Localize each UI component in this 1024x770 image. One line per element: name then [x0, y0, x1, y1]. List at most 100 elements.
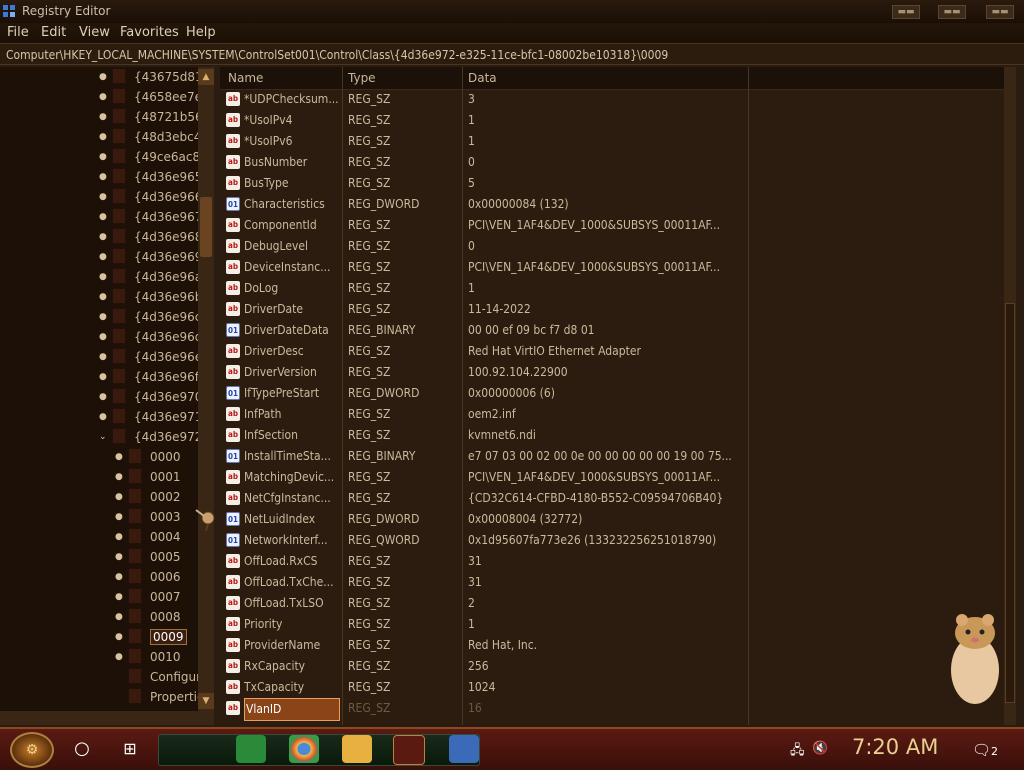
tree-item[interactable]: ● {4d36e969-: [99, 247, 200, 267]
tree-item[interactable]: ● {4d36e96b-: [99, 287, 200, 307]
tree-item[interactable]: ● {43675d81-: [99, 67, 200, 87]
tree-item[interactable]: ● {4d36e96d-: [99, 327, 200, 347]
tree-scrollbar[interactable]: ▲ ▼: [198, 67, 214, 711]
tree-item[interactable]: ● {48d3ebc4-: [99, 127, 200, 147]
tree-item[interactable]: ● {4658ee7e-: [99, 87, 200, 107]
menu-help[interactable]: Help: [186, 25, 216, 40]
value-row[interactable]: ab VlanID REG_SZ 16: [220, 698, 1010, 721]
tree-item[interactable]: ● {4d36e970-: [99, 387, 200, 407]
value-row[interactable]: 01 NetLuidIndex REG_DWORD 0x00008004 (32772…: [220, 509, 1010, 530]
network-icon[interactable]: 🖧: [790, 741, 805, 763]
column-name[interactable]: Name: [228, 67, 263, 89]
value-row[interactable]: 01 InstallTimeSta... REG_BINARY e7 07 03 00…: [220, 446, 1010, 467]
close-button[interactable]: ▬▬: [986, 5, 1014, 19]
value-row[interactable]: ab ProviderName REG_SZ Red Hat, Inc.: [220, 635, 1010, 656]
tree-item[interactable]: ● {49ce6ac8-: [99, 147, 200, 167]
expand-arrow-icon[interactable]: ●: [99, 267, 107, 287]
menu-view[interactable]: View: [79, 25, 110, 40]
tree-item[interactable]: ● 0008: [115, 607, 181, 627]
expand-arrow-icon[interactable]: ●: [99, 307, 107, 327]
value-row[interactable]: ab DriverDesc REG_SZ Red Hat VirtIO Etherne…: [220, 341, 1010, 362]
tree-item[interactable]: ● 0001: [115, 467, 181, 487]
value-row[interactable]: ab InfPath REG_SZ oem2.inf: [220, 404, 1010, 425]
value-row[interactable]: ab NetCfgInstanc... REG_SZ {CD32C614-CFBD-4…: [220, 488, 1010, 509]
column-type[interactable]: Type: [348, 67, 376, 89]
value-row[interactable]: ab BusType REG_SZ 5: [220, 173, 1010, 194]
expand-arrow-icon[interactable]: ●: [115, 487, 123, 507]
column-data[interactable]: Data: [468, 67, 497, 89]
address-bar[interactable]: Computer\HKEY_LOCAL_MACHINE\SYSTEM\Contr…: [0, 43, 1024, 65]
maximize-button[interactable]: ▬▬: [938, 5, 966, 19]
tree-item[interactable]: ● 0010: [115, 647, 181, 667]
tree-item[interactable]: ● {4d36e967-: [99, 207, 200, 227]
expand-arrow-icon[interactable]: ●: [115, 567, 123, 587]
tree-item[interactable]: Configura: [128, 667, 200, 687]
tree-scroll-thumb[interactable]: [200, 197, 212, 257]
value-row[interactable]: ab DeviceInstanc... REG_SZ PCI\VEN_1AF4&DEV…: [220, 257, 1010, 278]
chrome-icon[interactable]: [289, 735, 319, 763]
value-row[interactable]: 01 DriverDateData REG_BINARY 00 00 ef 09 bc…: [220, 320, 1010, 341]
tree-item[interactable]: ● {4d36e96c-: [99, 307, 200, 327]
tree-item[interactable]: ● {4d36e968-: [99, 227, 200, 247]
task-view-icon[interactable]: ⊞: [116, 735, 144, 763]
value-row[interactable]: ab DebugLevel REG_SZ 0: [220, 236, 1010, 257]
tree-item[interactable]: ● 0000: [115, 447, 181, 467]
start-button[interactable]: ⚙: [10, 732, 54, 768]
value-row[interactable]: ab BusNumber REG_SZ 0: [220, 152, 1010, 173]
tree-item[interactable]: ● {4d36e96f-e: [99, 367, 200, 387]
expand-arrow-icon[interactable]: ●: [115, 607, 123, 627]
app-terminal-icon[interactable]: [393, 735, 425, 765]
tree-item[interactable]: ● {4d36e96e-: [99, 347, 200, 367]
file-explorer-icon[interactable]: [342, 735, 372, 763]
value-row[interactable]: ab OffLoad.TxChe... REG_SZ 31: [220, 572, 1010, 593]
volume-muted-icon[interactable]: 🔇: [812, 741, 828, 756]
value-row[interactable]: ab *UsoIPv6 REG_SZ 1: [220, 131, 1010, 152]
expand-arrow-icon[interactable]: ●: [99, 387, 107, 407]
value-row[interactable]: 01 IfTypePreStart REG_DWORD 0x00000006 (6): [220, 383, 1010, 404]
tree-item[interactable]: Propertie: [128, 687, 200, 707]
scroll-down-icon[interactable]: ▼: [198, 693, 214, 709]
value-row[interactable]: 01 Characteristics REG_DWORD 0x00000084 (13…: [220, 194, 1010, 215]
menu-file[interactable]: File: [7, 25, 29, 40]
value-row[interactable]: ab DoLog REG_SZ 1: [220, 278, 1010, 299]
expand-arrow-icon[interactable]: ●: [99, 87, 107, 107]
clock[interactable]: 7:20 AM: [852, 735, 938, 759]
expand-arrow-icon[interactable]: ●: [99, 207, 107, 227]
menu-edit[interactable]: Edit: [41, 25, 66, 40]
tree-item[interactable]: ● 0006: [115, 567, 181, 587]
expand-arrow-icon[interactable]: ●: [99, 247, 107, 267]
tree-item[interactable]: ● {4d36e966-: [99, 187, 200, 207]
expand-arrow-icon[interactable]: ●: [115, 647, 123, 667]
tree-item[interactable]: ● {4d36e96a-: [99, 267, 200, 287]
expand-arrow-icon[interactable]: ●: [99, 327, 107, 347]
value-row[interactable]: ab OffLoad.TxLSO REG_SZ 2: [220, 593, 1010, 614]
expand-arrow-icon[interactable]: ●: [99, 107, 107, 127]
tree-item[interactable]: ● 0002: [115, 487, 181, 507]
expand-arrow-icon[interactable]: ●: [115, 547, 123, 567]
tree-item[interactable]: ● 0007: [115, 587, 181, 607]
collapse-arrow-icon[interactable]: ⌄: [99, 427, 107, 447]
scroll-up-icon[interactable]: ▲: [198, 69, 214, 85]
value-row[interactable]: ab RxCapacity REG_SZ 256: [220, 656, 1010, 677]
tree-item[interactable]: ● {4d36e965-: [99, 167, 200, 187]
app-notes-icon[interactable]: [236, 735, 266, 763]
tree-item[interactable]: ● 0009: [115, 627, 187, 647]
tree-item[interactable]: ● 0004: [115, 527, 181, 547]
expand-arrow-icon[interactable]: ●: [99, 167, 107, 187]
tree-item[interactable]: ⌄ {4d36e972-: [99, 427, 200, 447]
tree-item[interactable]: ● {48721b56-: [99, 107, 200, 127]
expand-arrow-icon[interactable]: ●: [115, 507, 123, 527]
value-row[interactable]: ab TxCapacity REG_SZ 1024: [220, 677, 1010, 698]
value-row[interactable]: ab OffLoad.RxCS REG_SZ 31: [220, 551, 1010, 572]
value-row[interactable]: 01 NetworkInterf... REG_QWORD 0x1d95607fa77…: [220, 530, 1010, 551]
expand-arrow-icon[interactable]: ●: [99, 187, 107, 207]
registry-editor-taskbar-icon[interactable]: [449, 735, 479, 763]
tree-item[interactable]: ● {4d36e971-: [99, 407, 200, 427]
expand-arrow-icon[interactable]: ●: [99, 227, 107, 247]
tree-item[interactable]: ● 0003: [115, 507, 181, 527]
value-row[interactable]: ab *UDPChecksum... REG_SZ 3: [220, 89, 1010, 110]
value-row[interactable]: ab InfSection REG_SZ kvmnet6.ndi: [220, 425, 1010, 446]
tree-hscrollbar[interactable]: [0, 711, 214, 725]
value-row[interactable]: ab *UsoIPv4 REG_SZ 1: [220, 110, 1010, 131]
expand-arrow-icon[interactable]: ●: [99, 407, 107, 427]
